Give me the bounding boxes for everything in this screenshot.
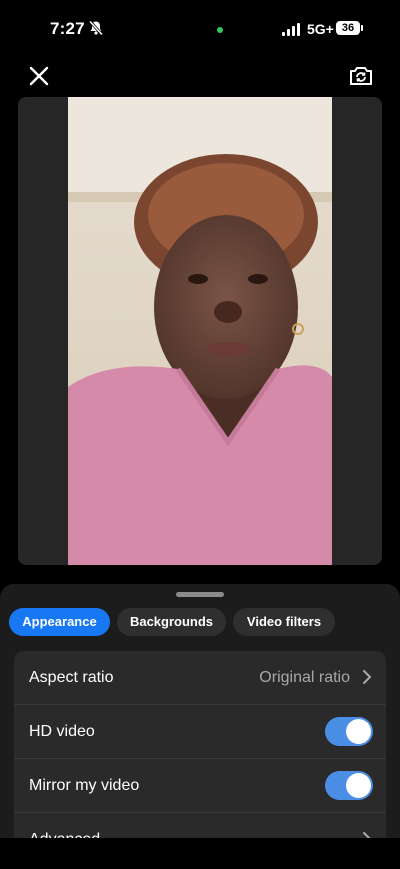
settings-card: Aspect ratio Original ratio HD video Mir… bbox=[14, 651, 386, 841]
chevron-right-icon bbox=[363, 670, 371, 684]
mirror-video-label: Mirror my video bbox=[29, 777, 140, 794]
settings-sheet: Appearance Backgrounds Video filters Asp… bbox=[0, 584, 400, 869]
battery-nub bbox=[361, 25, 363, 31]
advanced-row[interactable]: Advanced bbox=[14, 813, 386, 841]
bell-muted-icon bbox=[88, 20, 104, 36]
aspect-ratio-label: Aspect ratio bbox=[29, 669, 114, 686]
close-icon[interactable] bbox=[27, 64, 51, 88]
aspect-ratio-value: Original ratio bbox=[259, 669, 350, 686]
tab-video-filters[interactable]: Video filters bbox=[233, 608, 335, 636]
network-type: 5G+ bbox=[307, 21, 334, 37]
video-feed bbox=[68, 97, 332, 565]
flip-camera-icon[interactable] bbox=[348, 64, 374, 88]
aspect-ratio-row[interactable]: Aspect ratio Original ratio bbox=[14, 651, 386, 705]
signal-icon bbox=[282, 23, 300, 36]
camera-indicator-dot bbox=[217, 27, 223, 33]
camera-preview bbox=[18, 97, 382, 565]
status-bar: 7:27 5G+ 36 bbox=[0, 0, 400, 60]
tab-backgrounds[interactable]: Backgrounds bbox=[117, 608, 226, 636]
mirror-video-row: Mirror my video bbox=[14, 759, 386, 813]
status-time: 7:27 bbox=[50, 19, 85, 38]
battery-icon: 36 bbox=[336, 21, 360, 35]
home-indicator-area bbox=[0, 838, 400, 869]
hd-video-toggle[interactable] bbox=[325, 717, 373, 746]
toggle-knob bbox=[346, 719, 371, 744]
toggle-knob bbox=[346, 773, 371, 798]
hd-video-label: HD video bbox=[29, 723, 95, 740]
hd-video-row: HD video bbox=[14, 705, 386, 759]
mirror-video-toggle[interactable] bbox=[325, 771, 373, 800]
advanced-label: Advanced bbox=[29, 831, 101, 841]
sheet-grabber[interactable] bbox=[176, 592, 224, 597]
tab-appearance[interactable]: Appearance bbox=[9, 608, 110, 636]
